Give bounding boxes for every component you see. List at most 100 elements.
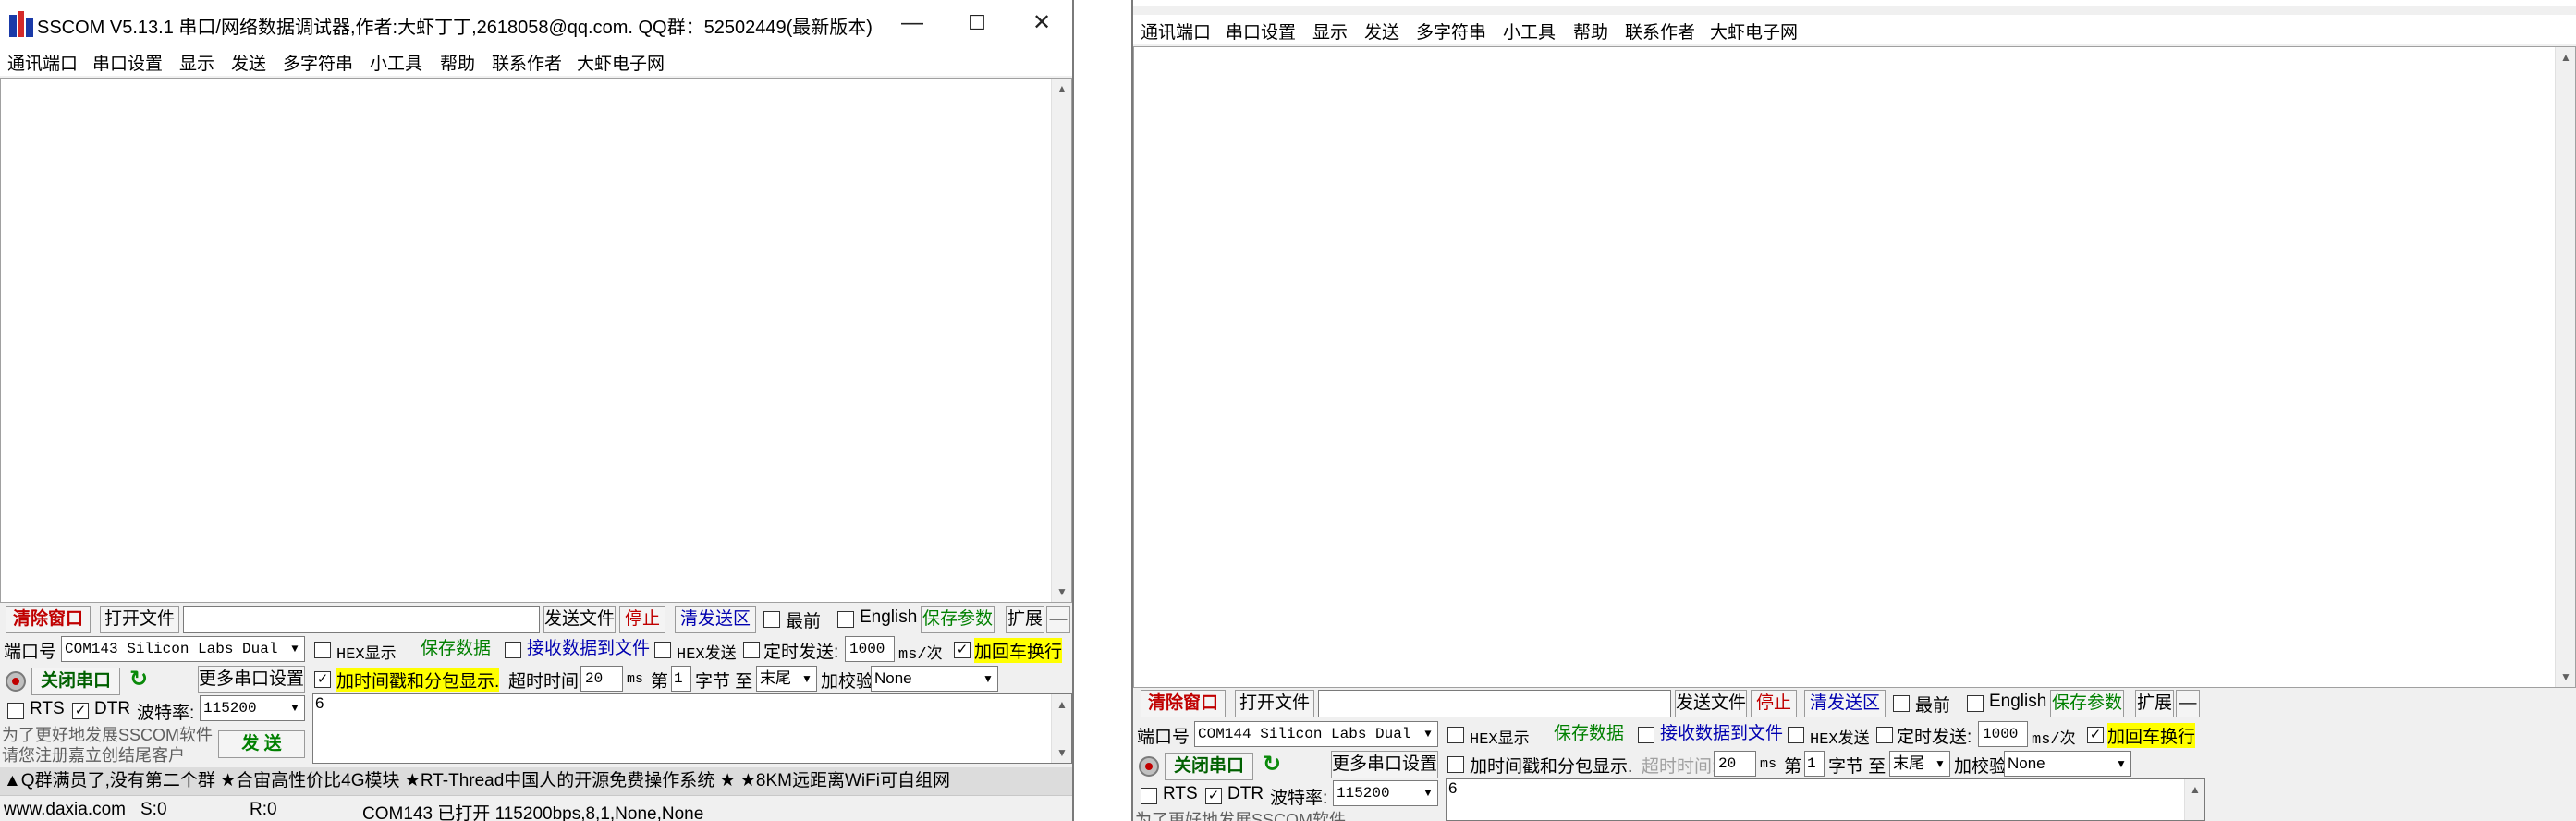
file-path-input[interactable] xyxy=(1318,690,1671,717)
add-crlf-checkbox[interactable]: ✓ xyxy=(954,642,971,658)
clear-send-button[interactable]: 清发送区 xyxy=(1804,690,1886,717)
receive-area[interactable]: ▲ ▼ xyxy=(0,78,1072,603)
menu-contact[interactable]: 联系作者 xyxy=(1625,18,1695,43)
receive-scrollbar[interactable]: ▲ ▼ xyxy=(1051,79,1071,602)
clear-window-button[interactable]: 清除窗口 xyxy=(6,606,91,633)
maximize-button[interactable]: ☐ xyxy=(945,0,1009,46)
save-data-button[interactable]: 保存数据 xyxy=(416,636,495,664)
timeout-input[interactable]: 20 xyxy=(580,666,623,692)
english-checkbox[interactable] xyxy=(837,611,854,628)
checksum-select[interactable]: None ▼ xyxy=(2004,751,2131,777)
menu-tools[interactable]: 小工具 xyxy=(1503,18,1556,43)
file-path-input[interactable] xyxy=(183,606,540,633)
close-port-button[interactable]: 关闭串口 xyxy=(31,668,120,695)
send-file-button[interactable]: 发送文件 xyxy=(1675,690,1747,717)
save-params-button[interactable]: 保存参数 xyxy=(2050,690,2124,717)
menu-help[interactable]: 帮助 xyxy=(440,50,475,75)
add-crlf-checkbox[interactable]: ✓ xyxy=(2087,727,2104,743)
close-port-button[interactable]: 关闭串口 xyxy=(1165,753,1253,780)
receive-area[interactable]: ▲ ▼ xyxy=(1133,46,2576,688)
scroll-up-icon[interactable]: ▲ xyxy=(1052,79,1072,99)
topmost-checkbox[interactable] xyxy=(763,611,780,628)
stop-button[interactable]: 停止 xyxy=(619,606,665,633)
timeout-input[interactable]: 20 xyxy=(1714,751,1756,777)
send-file-button[interactable]: 发送文件 xyxy=(543,606,616,633)
hex-send-checkbox[interactable] xyxy=(654,642,671,658)
clear-send-button[interactable]: 清发送区 xyxy=(675,606,756,633)
hex-send-checkbox[interactable] xyxy=(1788,727,1804,743)
expand-button[interactable]: 扩展 xyxy=(1006,606,1044,633)
checksum-select[interactable]: None ▼ xyxy=(871,666,998,692)
expand-button[interactable]: 扩展 xyxy=(2135,690,2174,717)
menu-help[interactable]: 帮助 xyxy=(1573,18,1608,43)
dtr-checkbox[interactable]: ✓ xyxy=(72,703,89,719)
menu-multi-string[interactable]: 多字符串 xyxy=(1416,18,1486,43)
send-button[interactable]: 发 送 xyxy=(218,730,305,758)
byte-end-select[interactable]: 末尾 ▼ xyxy=(1889,751,1950,777)
chevron-down-icon[interactable]: ▼ xyxy=(286,696,304,720)
chevron-down-icon[interactable]: ▼ xyxy=(1419,781,1437,805)
timed-send-checkbox[interactable] xyxy=(743,642,760,658)
menu-contact[interactable]: 联系作者 xyxy=(492,50,562,75)
menu-daxia-site[interactable]: 大虾电子网 xyxy=(1710,18,1798,43)
baud-select[interactable]: 115200 ▼ xyxy=(1333,780,1438,806)
recv-to-file-checkbox[interactable] xyxy=(1638,727,1654,743)
menu-comm-port[interactable]: 通讯端口 xyxy=(1141,18,1211,43)
timed-interval-input[interactable]: 1000 xyxy=(845,636,895,662)
save-data-button[interactable]: 保存数据 xyxy=(1549,721,1629,749)
refresh-icon[interactable]: ↻ xyxy=(129,666,148,692)
title-bar[interactable]: SSCOM V5.13.1 串口/网络数据调试器,作者:大虾丁丁,2618058… xyxy=(0,0,1072,46)
scroll-up-icon[interactable]: ▲ xyxy=(1052,694,1072,715)
chevron-down-icon[interactable]: ▼ xyxy=(798,667,816,691)
recv-to-file-checkbox[interactable] xyxy=(505,642,521,658)
scroll-up-icon[interactable]: ▲ xyxy=(2556,47,2576,67)
hex-display-checkbox[interactable] xyxy=(1447,727,1464,743)
more-serial-settings-button[interactable]: 更多串口设置 xyxy=(1331,751,1438,778)
chevron-down-icon[interactable]: ▼ xyxy=(1931,752,1949,776)
chevron-down-icon[interactable]: ▼ xyxy=(1419,722,1437,746)
byte-index-input[interactable]: 1 xyxy=(671,666,691,692)
recv-to-file-button[interactable]: 接收数据到文件 xyxy=(527,636,650,664)
menu-daxia-site[interactable]: 大虾电子网 xyxy=(577,50,665,75)
send-text-area[interactable]: 6 ▲ xyxy=(1446,778,2205,821)
menu-comm-port[interactable]: 通讯端口 xyxy=(7,50,78,75)
more-serial-settings-button[interactable]: 更多串口设置 xyxy=(198,666,305,693)
menu-display[interactable]: 显示 xyxy=(179,50,214,75)
menu-display[interactable]: 显示 xyxy=(1312,18,1348,43)
send-scrollbar[interactable]: ▲ ▼ xyxy=(1051,694,1071,763)
title-bar-cropped[interactable] xyxy=(1133,0,2576,6)
send-text-area[interactable]: 6 ▲ ▼ xyxy=(312,693,1072,764)
scroll-down-icon[interactable]: ▼ xyxy=(2556,667,2576,687)
topmost-checkbox[interactable] xyxy=(1893,695,1910,712)
menu-send[interactable]: 发送 xyxy=(231,50,266,75)
port-select[interactable]: COM144 Silicon Labs Dual C ▼ xyxy=(1194,721,1438,747)
collapse-button[interactable]: — xyxy=(2176,690,2200,717)
recv-to-file-button[interactable]: 接收数据到文件 xyxy=(1660,721,1783,749)
stop-button[interactable]: 停止 xyxy=(1751,690,1797,717)
rts-checkbox[interactable] xyxy=(1141,788,1157,804)
menu-serial-settings[interactable]: 串口设置 xyxy=(92,50,163,75)
chevron-down-icon[interactable]: ▼ xyxy=(286,637,304,661)
receive-scrollbar[interactable]: ▲ ▼ xyxy=(2555,47,2575,687)
hex-display-checkbox[interactable] xyxy=(314,642,331,658)
send-scrollbar[interactable]: ▲ xyxy=(2184,779,2204,820)
baud-select[interactable]: 115200 ▼ xyxy=(200,695,305,721)
scroll-up-icon[interactable]: ▲ xyxy=(2185,779,2205,800)
timestamp-checkbox[interactable]: ✓ xyxy=(314,671,331,688)
timed-send-checkbox[interactable] xyxy=(1876,727,1893,743)
scroll-down-icon[interactable]: ▼ xyxy=(1052,742,1072,763)
close-button[interactable]: ✕ xyxy=(1009,0,1072,46)
port-select[interactable]: COM143 Silicon Labs Dual C ▼ xyxy=(61,636,305,662)
rts-checkbox[interactable] xyxy=(7,703,24,719)
menu-multi-string[interactable]: 多字符串 xyxy=(283,50,353,75)
minimize-button[interactable]: — xyxy=(880,0,945,46)
ad-marquee[interactable]: ▲Q群满员了,没有第二个群 ★合宙高性价比4G模块 ★RT-Thread中国人的… xyxy=(0,767,1072,795)
timed-interval-input[interactable]: 1000 xyxy=(1978,721,2028,747)
menu-tools[interactable]: 小工具 xyxy=(370,50,422,75)
save-params-button[interactable]: 保存参数 xyxy=(921,606,995,633)
menu-serial-settings[interactable]: 串口设置 xyxy=(1226,18,1296,43)
open-file-button[interactable]: 打开文件 xyxy=(1235,690,1314,717)
byte-index-input[interactable]: 1 xyxy=(1804,751,1825,777)
refresh-icon[interactable]: ↻ xyxy=(1263,751,1281,778)
chevron-down-icon[interactable]: ▼ xyxy=(2112,752,2130,776)
